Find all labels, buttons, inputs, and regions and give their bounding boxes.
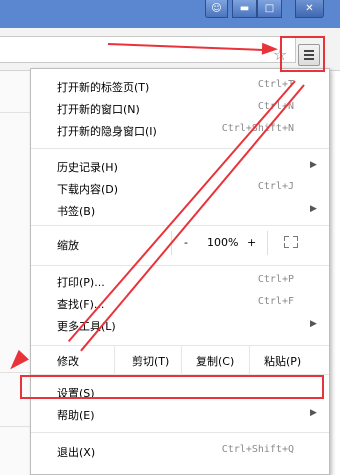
menu-item-label: 退出(X): [57, 446, 96, 459]
menu-divider: [31, 265, 329, 266]
menu-item-exit[interactable]: 退出(X) Ctrl+Shift+Q: [31, 440, 329, 462]
submenu-arrow-icon: ▶: [310, 319, 317, 329]
shortcut-text: Ctrl+J: [257, 181, 294, 192]
menu-item-label: 打开新的标签页(T): [57, 81, 150, 94]
minimize-icon[interactable]: ▬: [232, 0, 257, 18]
title-bar: [0, 0, 340, 28]
shortcut-text: Ctrl+Shift+Q: [221, 444, 294, 455]
submenu-arrow-icon: ▶: [310, 204, 317, 214]
menu-item-find[interactable]: 查找(F)... Ctrl+F: [31, 292, 329, 314]
menu-divider: [31, 432, 329, 433]
menu-item-downloads[interactable]: 下载内容(D) Ctrl+J: [31, 177, 329, 199]
menu-item-incognito[interactable]: 打开新的隐身窗口(I) Ctrl+Shift+N: [31, 119, 329, 141]
submenu-arrow-icon: ▶: [310, 408, 317, 418]
fullscreen-icon[interactable]: [284, 236, 298, 248]
shortcut-text: Ctrl+P: [257, 274, 294, 285]
paste-button[interactable]: 粘贴(P): [249, 346, 330, 374]
menu-item-label: 打印(P)...: [57, 276, 105, 289]
highlight-box-settings: [20, 375, 324, 399]
zoom-in-button[interactable]: +: [247, 236, 256, 249]
chrome-menu: 打开新的标签页(T) Ctrl+T 打开新的窗口(N) Ctrl+N 打开新的隐…: [30, 68, 330, 475]
maximize-icon[interactable]: □: [257, 0, 282, 18]
paste-label: 粘贴(P): [264, 355, 302, 368]
zoom-label: 缩放: [57, 239, 79, 252]
zoom-level: 100%: [207, 236, 239, 249]
menu-item-label: 历史记录(H): [57, 161, 118, 174]
menu-item-label: 下载内容(D): [57, 183, 119, 196]
menu-item-print[interactable]: 打印(P)... Ctrl+P: [31, 270, 329, 292]
menu-item-label: 书签(B): [57, 205, 96, 218]
annotation-arrowhead: [261, 42, 279, 56]
zoom-out-button[interactable]: -: [184, 236, 188, 249]
menu-item-history[interactable]: 历史记录(H) ▶: [31, 155, 329, 177]
shortcut-text: Ctrl+F: [257, 296, 294, 307]
user-icon[interactable]: ☺: [205, 0, 228, 18]
menu-divider: [31, 148, 329, 149]
edit-row: 修改 剪切(T) 复制(C) 粘贴(P): [31, 345, 329, 375]
zoom-control: - 100% +: [171, 231, 268, 255]
submenu-arrow-icon: ▶: [310, 160, 317, 170]
cut-label: 剪切(T): [132, 355, 170, 368]
menu-item-label: 帮助(E): [57, 409, 95, 422]
edit-label: 修改: [57, 355, 79, 368]
page-content: [0, 71, 30, 475]
copy-button[interactable]: 复制(C): [181, 346, 250, 374]
menu-item-help[interactable]: 帮助(E) ▶: [31, 403, 329, 425]
menu-item-label: 打开新的隐身窗口(I): [57, 125, 157, 138]
copy-label: 复制(C): [196, 355, 235, 368]
menu-item-label: 打开新的窗口(N): [57, 103, 140, 116]
close-icon[interactable]: ✕: [295, 0, 324, 18]
cut-button[interactable]: 剪切(T): [114, 346, 182, 374]
highlight-box-menu-button: [280, 36, 325, 72]
